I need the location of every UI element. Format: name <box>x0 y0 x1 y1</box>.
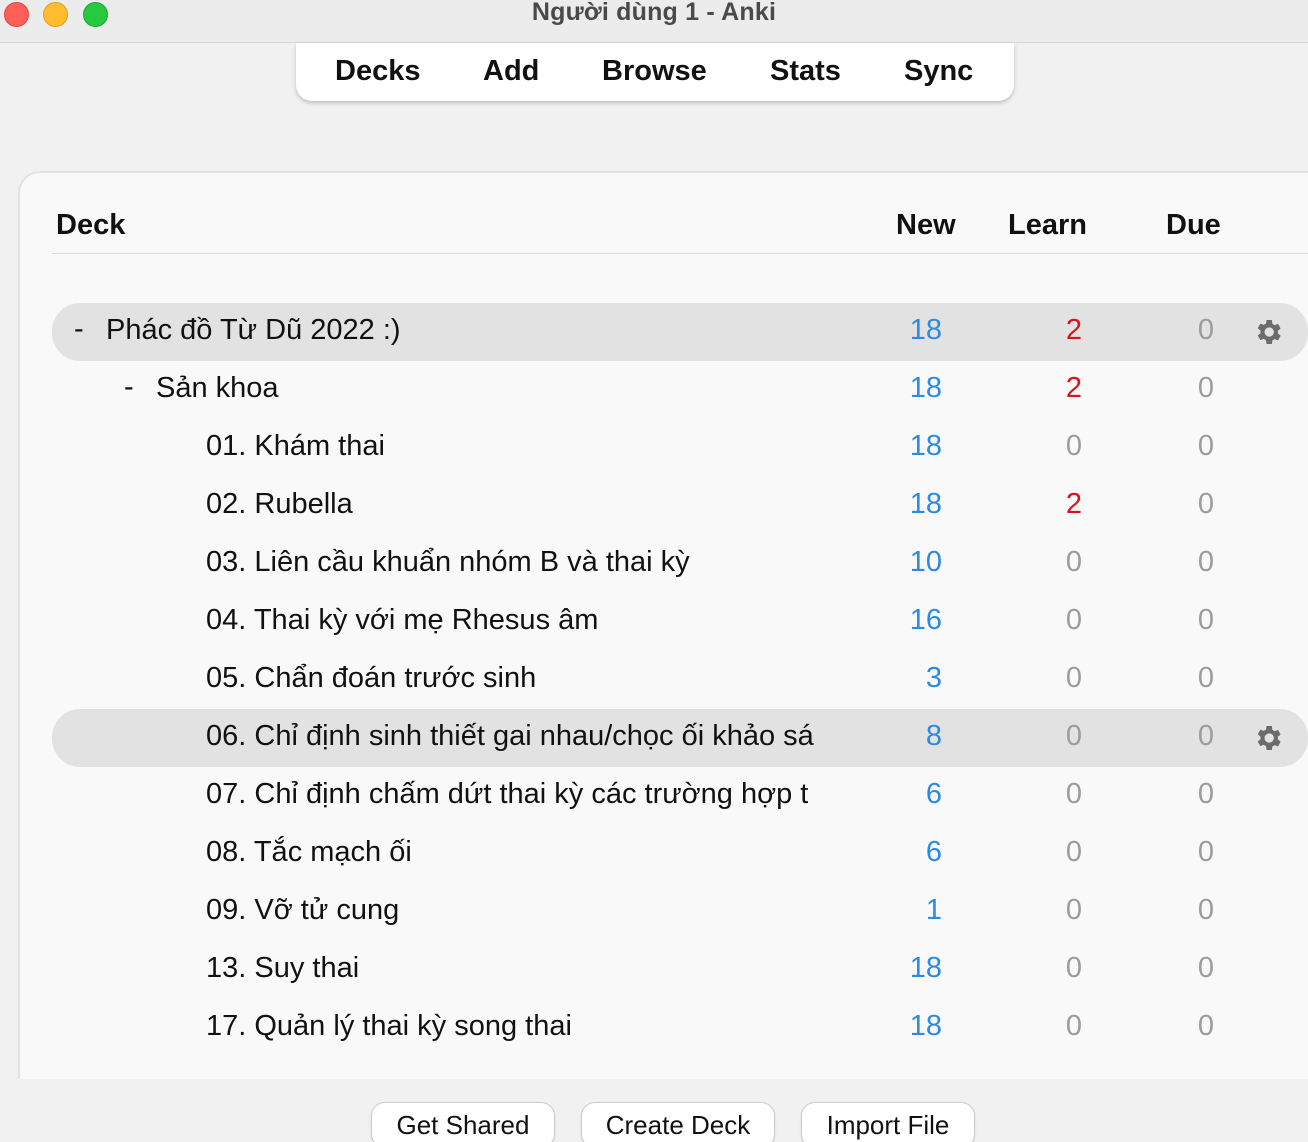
learn-count: 0 <box>1065 894 1082 926</box>
stats-button[interactable]: Stats <box>770 55 841 88</box>
window-title: Người dùng 1 - Anki <box>531 0 777 26</box>
deck-name[interactable]: Phác đồ Từ Dũ 2022 :) <box>106 314 401 347</box>
deck-row[interactable]: 13. Suy thai 18 0 0 <box>52 941 1308 999</box>
new-count: 18 <box>909 372 942 404</box>
new-count: 10 <box>909 546 942 578</box>
new-count: 3 <box>925 662 942 694</box>
deck-name[interactable]: 05. Chẩn đoán trước sinh <box>206 662 536 695</box>
learn-count: 2 <box>1065 488 1082 520</box>
column-header-deck: Deck <box>56 209 126 241</box>
collapse-toggle[interactable]: - <box>74 313 84 346</box>
gear-icon[interactable] <box>1252 722 1284 754</box>
deck-row[interactable]: 08. Tắc mạch ối 6 0 0 <box>52 825 1308 883</box>
deck-row[interactable]: 05. Chẩn đoán trước sinh 3 0 0 <box>52 651 1308 709</box>
new-count: 18 <box>909 952 942 984</box>
column-header-due: Due <box>1166 209 1221 241</box>
deck-name[interactable]: 01. Khám thai <box>206 430 385 463</box>
deck-list-panel: Deck New Learn Due - Phác đồ Từ Dũ 2022 … <box>18 171 1308 1079</box>
learn-count: 0 <box>1065 546 1082 578</box>
deck-row[interactable]: 06. Chỉ định sinh thiết gai nhau/chọc ối… <box>52 709 1308 767</box>
main-toolbar: Decks Add Browse Stats Sync <box>296 43 1014 101</box>
deck-row[interactable]: 01. Khám thai 18 0 0 <box>52 419 1308 477</box>
decks-button[interactable]: Decks <box>335 55 420 88</box>
new-count: 16 <box>909 604 942 636</box>
sync-button[interactable]: Sync <box>904 55 973 88</box>
deck-name[interactable]: 06. Chỉ định sinh thiết gai nhau/chọc ối… <box>206 720 814 753</box>
new-count: 18 <box>909 314 942 346</box>
learn-count: 2 <box>1065 314 1082 346</box>
new-count: 18 <box>909 1010 942 1042</box>
deck-name[interactable]: 17. Quản lý thai kỳ song thai <box>206 1010 572 1043</box>
deck-name[interactable]: 13. Suy thai <box>206 952 359 985</box>
learn-count: 0 <box>1065 836 1082 868</box>
learn-count: 0 <box>1065 604 1082 636</box>
due-count: 0 <box>1197 372 1214 404</box>
due-count: 0 <box>1197 894 1214 926</box>
deck-name[interactable]: 03. Liên cầu khuẩn nhóm B và thai kỳ <box>206 546 690 579</box>
new-count: 6 <box>925 836 942 868</box>
collapse-toggle[interactable]: - <box>124 371 134 404</box>
deck-name[interactable]: 08. Tắc mạch ối <box>206 836 412 869</box>
deck-name[interactable]: 07. Chỉ định chấm dứt thai kỳ các trường… <box>206 778 808 811</box>
deck-name[interactable]: 04. Thai kỳ với mẹ Rhesus âm <box>206 604 598 637</box>
due-count: 0 <box>1197 430 1214 462</box>
learn-count: 0 <box>1065 430 1082 462</box>
deck-name[interactable]: 09. Vỡ tử cung <box>206 894 399 927</box>
deck-row[interactable]: 09. Vỡ tử cung 1 0 0 <box>52 883 1308 941</box>
deck-row[interactable]: - Phác đồ Từ Dũ 2022 :) 18 2 0 <box>52 303 1308 361</box>
due-count: 0 <box>1197 720 1214 752</box>
header-divider <box>52 253 1308 254</box>
create-deck-button[interactable]: Create Deck <box>581 1102 775 1142</box>
deck-row[interactable]: 07. Chỉ định chấm dứt thai kỳ các trường… <box>52 767 1308 825</box>
deck-row[interactable]: 17. Quản lý thai kỳ song thai 18 0 0 <box>52 999 1308 1057</box>
import-file-button[interactable]: Import File <box>801 1102 975 1142</box>
due-count: 0 <box>1197 546 1214 578</box>
get-shared-button[interactable]: Get Shared <box>371 1102 555 1142</box>
column-header-new: New <box>896 209 956 241</box>
learn-count: 2 <box>1065 372 1082 404</box>
due-count: 0 <box>1197 836 1214 868</box>
due-count: 0 <box>1197 314 1214 346</box>
due-count: 0 <box>1197 778 1214 810</box>
new-count: 6 <box>925 778 942 810</box>
due-count: 0 <box>1197 604 1214 636</box>
title-bar: Người dùng 1 - Anki <box>0 0 1308 43</box>
learn-count: 0 <box>1065 1010 1082 1042</box>
deck-row[interactable]: 03. Liên cầu khuẩn nhóm B và thai kỳ 10 … <box>52 535 1308 593</box>
deck-row[interactable]: - Sản khoa 18 2 0 <box>52 361 1308 419</box>
new-count: 18 <box>909 488 942 520</box>
learn-count: 0 <box>1065 952 1082 984</box>
learn-count: 0 <box>1065 662 1082 694</box>
deck-name[interactable]: Sản khoa <box>156 372 279 405</box>
deck-name[interactable]: 02. Rubella <box>206 488 353 521</box>
deck-row[interactable]: 02. Rubella 18 2 0 <box>52 477 1308 535</box>
due-count: 0 <box>1197 488 1214 520</box>
new-count: 1 <box>925 894 942 926</box>
deck-row[interactable]: 04. Thai kỳ với mẹ Rhesus âm 16 0 0 <box>52 593 1308 651</box>
column-header-learn: Learn <box>1008 209 1087 241</box>
due-count: 0 <box>1197 952 1214 984</box>
new-count: 18 <box>909 430 942 462</box>
new-count: 8 <box>925 720 942 752</box>
browse-button[interactable]: Browse <box>602 55 707 88</box>
due-count: 0 <box>1197 662 1214 694</box>
learn-count: 0 <box>1065 720 1082 752</box>
due-count: 0 <box>1197 1010 1214 1042</box>
learn-count: 0 <box>1065 778 1082 810</box>
gear-icon[interactable] <box>1252 316 1284 348</box>
add-button[interactable]: Add <box>483 55 539 88</box>
